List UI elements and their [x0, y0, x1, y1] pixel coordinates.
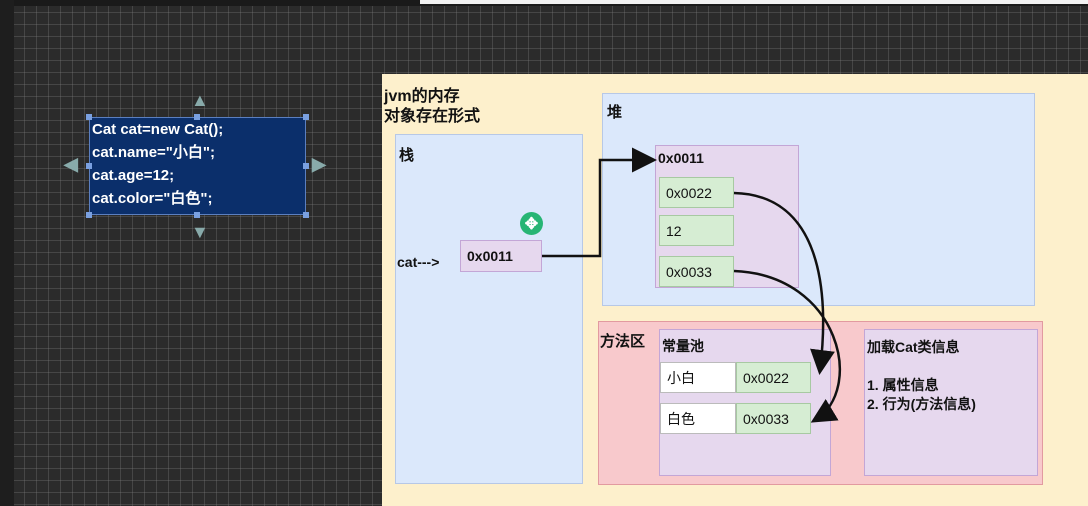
- arrow-color-to-pool: [733, 269, 841, 423]
- reference-arrows: [542, 147, 841, 423]
- arrow-stack-to-heap: [542, 147, 657, 258]
- move-cursor-icon: ✥: [520, 212, 543, 235]
